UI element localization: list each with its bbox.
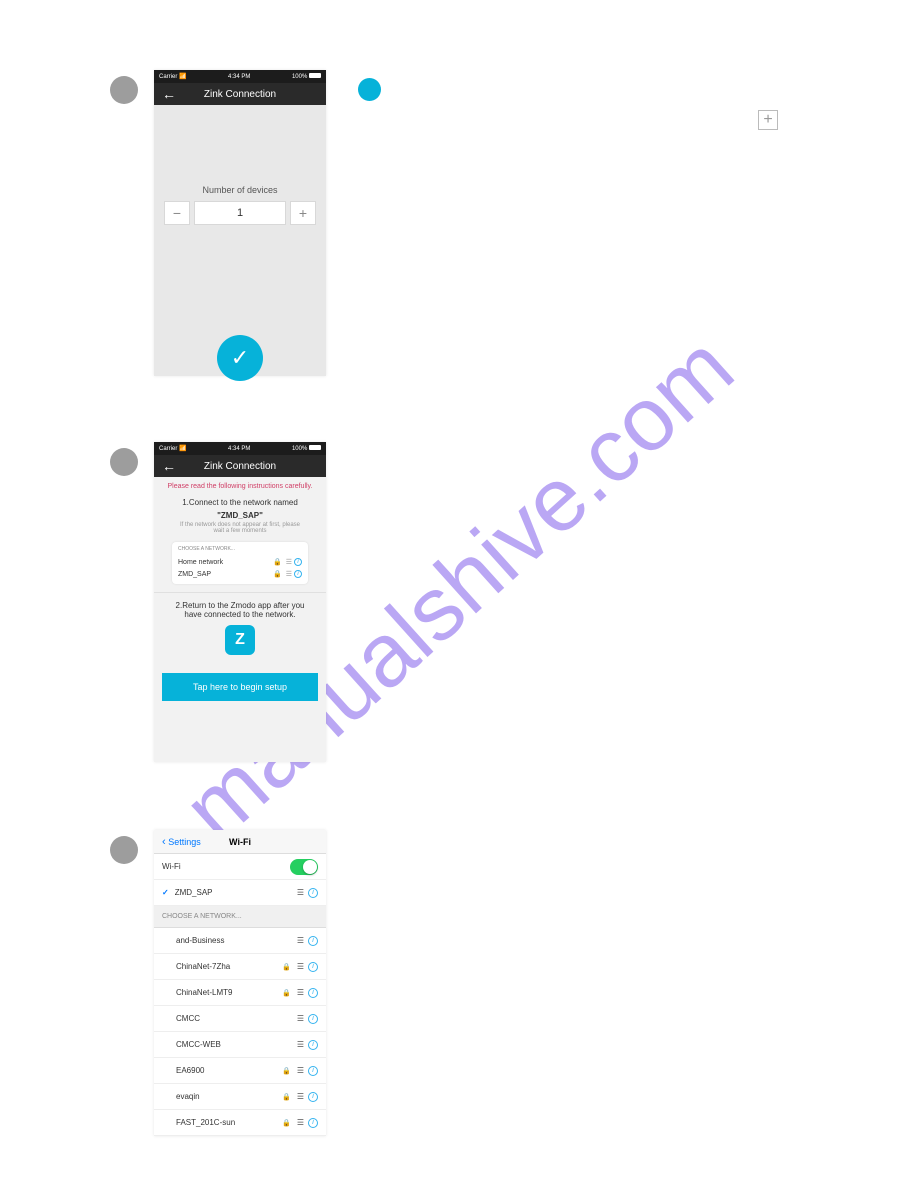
checkmark-icon: ✓ — [162, 888, 169, 897]
wifi-network-row[interactable]: CMCC-WEB ☰ i — [154, 1032, 326, 1058]
increment-button[interactable]: + — [290, 201, 316, 225]
wifi-back-button[interactable]: ‹ Settings — [162, 836, 201, 848]
back-icon[interactable]: ← — [162, 458, 176, 474]
info-icon[interactable]: i — [308, 1092, 318, 1102]
wifi-ssid: FAST_201C-sun — [162, 1118, 235, 1127]
wifi-network-row[interactable]: ChinaNet-LMT9 ☰ i — [154, 980, 326, 1006]
device-count-field[interactable]: 1 — [194, 201, 286, 225]
wifi-row-icons: ☰ i — [297, 888, 318, 898]
devices-label: Number of devices — [154, 185, 326, 195]
wifi-row-icons: ☰ i — [282, 1118, 318, 1128]
info-icon[interactable]: i — [308, 1014, 318, 1024]
step-bullet-5 — [110, 836, 138, 864]
step-bullet-4 — [110, 448, 138, 476]
device-stepper: − 1 + — [164, 201, 316, 225]
step1-line1: 1.Connect to the network named — [154, 496, 326, 509]
wifi-row-icons: ☰ i — [297, 1040, 318, 1050]
network-icons: ☰i — [273, 558, 302, 566]
wifi-ssid: EA6900 — [162, 1066, 204, 1075]
wifi-toggle-row: Wi-Fi — [154, 854, 326, 880]
zmodo-app-icon: Z — [225, 625, 255, 655]
status-bar: Carrier 📶 4:34 PM 100% — [154, 442, 326, 455]
status-bar: Carrier 📶 4:34 PM 100% — [154, 70, 326, 83]
info-icon[interactable]: i — [308, 1118, 318, 1128]
step1-line2: "ZMD_SAP" — [154, 509, 326, 522]
back-icon[interactable]: ← — [162, 86, 176, 102]
wifi-row-icons: ☰ i — [282, 988, 318, 998]
begin-setup-button[interactable]: Tap here to begin setup — [162, 673, 318, 701]
phone-screen-2: Carrier 📶 4:34 PM 100% ← Zink Connection… — [154, 442, 326, 762]
step-bullet-2 — [110, 76, 138, 104]
wifi-network-row[interactable]: FAST_201C-sun ☰ i — [154, 1110, 326, 1136]
wifi-row-icons: ☰ i — [282, 962, 318, 972]
time-label: 4:34 PM — [228, 74, 250, 80]
wifi-row-icons: ☰ i — [297, 936, 318, 946]
info-icon[interactable]: i — [308, 888, 318, 898]
time-label: 4:34 PM — [228, 446, 250, 452]
wifi-ssid: CMCC-WEB — [162, 1040, 221, 1049]
step-bullet-3 — [358, 78, 381, 101]
network-row[interactable]: ZMD_SAP ☰i — [178, 568, 302, 580]
wifi-toggle[interactable] — [290, 859, 318, 875]
wifi-network-row[interactable]: ChinaNet-7Zha ☰ i — [154, 954, 326, 980]
nav-title: Zink Connection — [204, 89, 276, 100]
warning-text: Please read the following instructions c… — [154, 477, 326, 496]
wifi-network-row[interactable]: CMCC ☰ i — [154, 1006, 326, 1032]
step2-text: 2.Return to the Zmodo app after you have… — [154, 601, 326, 619]
wifi-ssid: ChinaNet-7Zha — [162, 962, 230, 971]
network-name: Home network — [178, 559, 223, 566]
info-icon[interactable]: i — [308, 962, 318, 972]
info-icon[interactable]: i — [308, 1040, 318, 1050]
phone-screen-1: Carrier 📶 4:34 PM 100% ← Zink Connection… — [154, 70, 326, 376]
connected-ssid: ZMD_SAP — [175, 888, 213, 897]
network-icons: ☰i — [273, 570, 302, 578]
choose-network-header: CHOOSE A NETWORK... — [154, 906, 326, 928]
wifi-network-row[interactable]: evaqin ☰ i — [154, 1084, 326, 1110]
carrier-label: Carrier 📶 — [159, 445, 186, 452]
wifi-network-row[interactable]: EA6900 ☰ i — [154, 1058, 326, 1084]
nav-title: Zink Connection — [204, 461, 276, 472]
wifi-settings-panel: ‹ Settings Wi-Fi Wi-Fi ✓ ZMD_SAP ☰ i CHO… — [154, 830, 326, 1136]
confirm-button[interactable]: ✓ — [217, 335, 263, 381]
info-icon[interactable]: i — [308, 1066, 318, 1076]
wifi-header: ‹ Settings Wi-Fi — [154, 830, 326, 854]
wifi-network-row[interactable]: and-Business ☰ i — [154, 928, 326, 954]
wifi-ssid: and-Business — [162, 936, 224, 945]
plus-icon: + — [758, 110, 778, 130]
battery-label: 100% — [292, 73, 321, 80]
nav-bar: ← Zink Connection — [154, 83, 326, 105]
network-name: ZMD_SAP — [178, 571, 211, 578]
wifi-ssid: ChinaNet-LMT9 — [162, 988, 232, 997]
wifi-row-icons: ☰ i — [282, 1066, 318, 1076]
wifi-row-icons: ☰ i — [297, 1014, 318, 1024]
wifi-ssid: CMCC — [162, 1014, 200, 1023]
wifi-network-list: and-Business☰ iChinaNet-7Zha☰ iChinaNet-… — [154, 928, 326, 1136]
wifi-title: Wi-Fi — [229, 837, 251, 847]
step1-sub: If the network does not appear at first,… — [154, 522, 326, 540]
info-icon[interactable]: i — [308, 936, 318, 946]
network-card: CHOOSE A NETWORK... Home network ☰i ZMD_… — [172, 542, 308, 584]
decrement-button[interactable]: − — [164, 201, 190, 225]
wifi-row-icons: ☰ i — [282, 1092, 318, 1102]
nav-bar: ← Zink Connection — [154, 455, 326, 477]
network-card-header: CHOOSE A NETWORK... — [178, 546, 302, 556]
carrier-label: Carrier 📶 — [159, 73, 186, 80]
wifi-ssid: evaqin — [162, 1092, 200, 1101]
battery-label: 100% — [292, 445, 321, 452]
wifi-connected-row[interactable]: ✓ ZMD_SAP ☰ i — [154, 880, 326, 906]
info-icon[interactable]: i — [308, 988, 318, 998]
wifi-toggle-label: Wi-Fi — [162, 862, 181, 871]
network-row[interactable]: Home network ☰i — [178, 556, 302, 568]
